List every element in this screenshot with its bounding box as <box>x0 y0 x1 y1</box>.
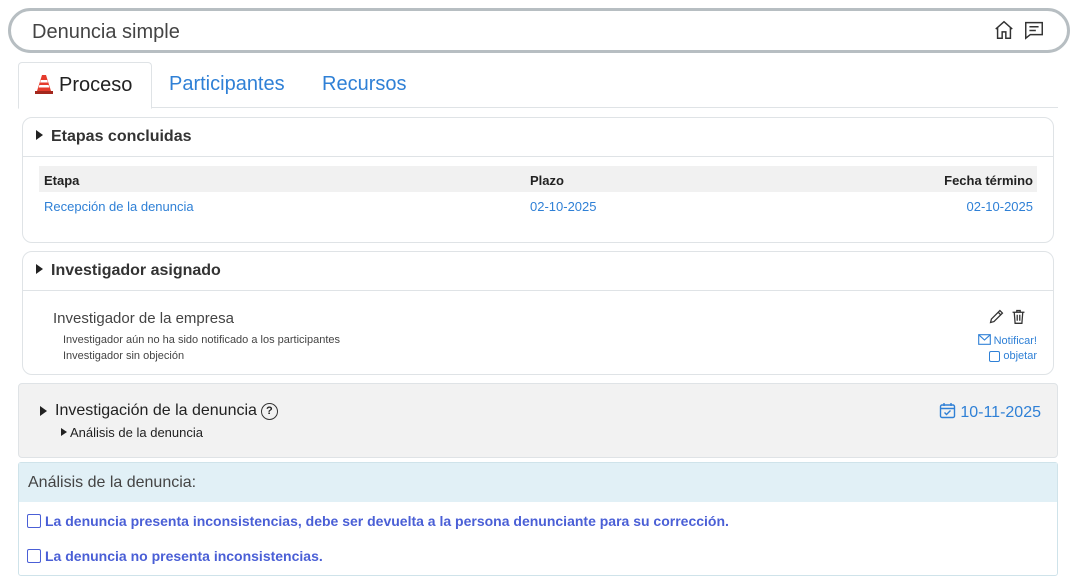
tab-participantes[interactable]: Participantes <box>153 62 301 108</box>
collapse-arrow-icon <box>36 264 43 274</box>
option-inconsistencias-label: La denuncia presenta inconsistencias, de… <box>45 513 729 529</box>
row-fecha[interactable]: 02-10-2025 <box>967 199 1034 214</box>
trash-icon[interactable] <box>1010 308 1027 330</box>
collapse-arrow-icon <box>40 406 47 416</box>
table-header: Etapa Plazo Fecha término <box>39 166 1037 192</box>
due-date[interactable]: 10-11-2025 <box>939 402 1041 424</box>
analisis-sub-link[interactable]: Análisis de la denuncia <box>61 425 203 440</box>
analisis-panel: Análisis de la denuncia: La denuncia pre… <box>18 462 1058 576</box>
calendar-check-icon <box>939 402 956 424</box>
investigador-note-notified: Investigador aún no ha sido notificado a… <box>63 334 341 346</box>
collapse-arrow-icon <box>36 130 43 140</box>
tab-proceso-label: Proceso <box>59 74 133 96</box>
option-inconsistencias[interactable]: La denuncia presenta inconsistencias, de… <box>27 513 729 529</box>
tab-proceso[interactable]: Proceso <box>18 62 152 109</box>
etapas-title: Etapas concluidas <box>51 128 192 145</box>
investigador-name: Investigador de la empresa <box>53 310 234 327</box>
table-row: Recepción de la denuncia 02-10-2025 02-1… <box>39 192 1037 218</box>
option-sin-inconsistencias[interactable]: La denuncia no presenta inconsistencias. <box>27 548 323 564</box>
envelope-icon <box>977 334 991 348</box>
help-icon[interactable]: ? <box>260 402 278 420</box>
col-plazo: Plazo <box>530 173 564 188</box>
investigacion-header[interactable]: Investigación de la denuncia? <box>40 402 278 420</box>
etapas-header[interactable]: Etapas concluidas <box>23 118 1053 157</box>
row-plazo[interactable]: 02-10-2025 <box>530 199 597 214</box>
investigador-note-objection: Investigador sin objeción <box>63 350 185 362</box>
investigacion-title: Investigación de la denuncia <box>55 402 257 419</box>
chat-icon[interactable] <box>1023 19 1045 46</box>
home-icon[interactable] <box>993 19 1015 46</box>
tab-recursos[interactable]: Recursos <box>306 62 422 108</box>
etapas-card: Etapas concluidas Etapa Plazo Fecha térm… <box>22 117 1054 243</box>
notify-link[interactable]: Notificar! <box>977 334 1037 348</box>
edit-pencil-icon[interactable] <box>988 308 1005 330</box>
etapas-table: Etapa Plazo Fecha término Recepción de l… <box>39 166 1037 218</box>
traffic-cone-icon <box>35 74 53 100</box>
title-bar: Denuncia simple <box>8 8 1070 53</box>
option-sin-inconsistencias-checkbox[interactable] <box>27 549 41 563</box>
object-label: objetar <box>1003 350 1037 362</box>
tab-bar: Proceso Participantes Recursos <box>18 62 1058 109</box>
investigacion-sub-label: Análisis de la denuncia <box>70 425 203 440</box>
play-outline-icon <box>61 428 67 436</box>
notify-label: Notificar! <box>993 335 1037 347</box>
col-fecha: Fecha término <box>944 173 1033 188</box>
col-etapa: Etapa <box>44 173 80 188</box>
row-etapa-link[interactable]: Recepción de la denuncia <box>44 199 194 214</box>
investigador-title: Investigador asignado <box>51 262 221 279</box>
investigador-card: Investigador asignado Investigador de la… <box>22 251 1054 375</box>
option-inconsistencias-checkbox[interactable] <box>27 514 41 528</box>
investigacion-panel: Investigación de la denuncia? Análisis d… <box>18 383 1058 458</box>
due-date-value: 10-11-2025 <box>960 404 1041 421</box>
option-sin-inconsistencias-label: La denuncia no presenta inconsistencias. <box>45 548 323 564</box>
object-link[interactable]: objetar <box>989 350 1037 362</box>
investigador-header[interactable]: Investigador asignado <box>23 252 1053 291</box>
analisis-title: Análisis de la denuncia: <box>19 463 1057 502</box>
object-checkbox[interactable] <box>989 350 1001 362</box>
page-title: Denuncia simple <box>32 21 180 43</box>
